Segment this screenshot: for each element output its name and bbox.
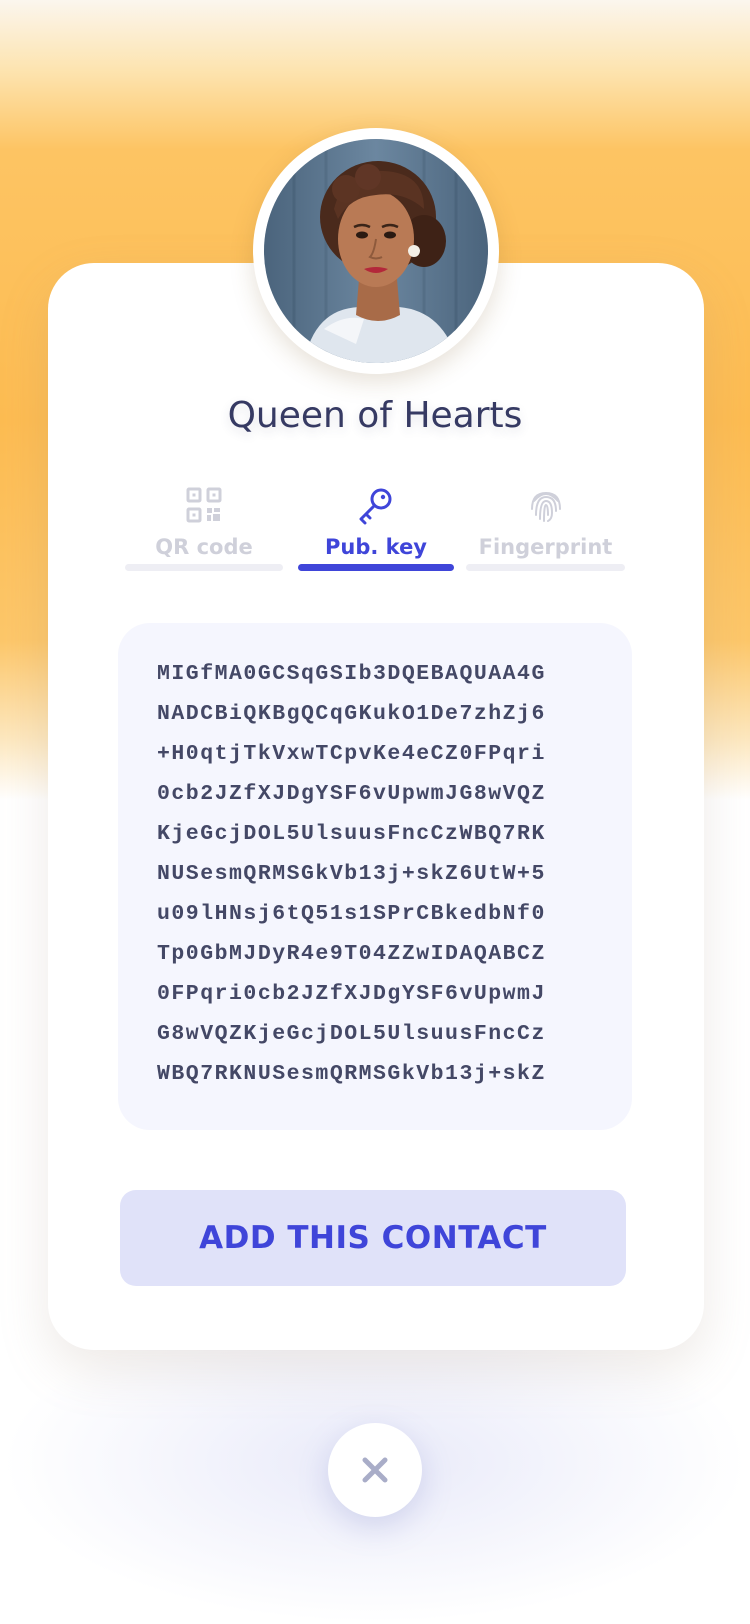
key-line: G8wVQZKjeGcjDOL5UlsuusFncCz [157, 1022, 546, 1046]
tab-label-pub-key: Pub. key [325, 535, 427, 559]
key-line: u09lHNsj6tQ51s1SPrCBkedbNf0 [157, 902, 546, 926]
tab-qr-code[interactable]: QR code [125, 485, 283, 575]
tab-label-fingerprint: Fingerprint [478, 535, 613, 559]
key-line: 0FPqri0cb2JZfXJDgYSF6vUpwmJ [157, 982, 546, 1006]
key-line: +H0qtjTkVxwTCpvKe4eCZ0FPqri [157, 742, 546, 766]
tab-pub-key[interactable]: Pub. key [298, 485, 454, 575]
close-icon [362, 1457, 388, 1483]
key-line: 0cb2JZfXJDgYSF6vUpwmJG8wVQZ [157, 782, 546, 806]
key-line: NUSesmQRMSGkVb13j+skZ6UtW+5 [157, 862, 546, 886]
key-line: MIGfMA0GCSqGSIb3DQEBAQUAA4G [157, 662, 546, 686]
close-button[interactable] [328, 1423, 422, 1517]
avatar-portrait [264, 139, 488, 363]
tab-indicator-pub-key [298, 564, 454, 571]
avatar [264, 139, 488, 363]
key-line: KjeGcjDOL5UlsuusFncCzWBQ7RK [157, 822, 546, 846]
key-icon [356, 485, 396, 525]
tab-fingerprint[interactable]: Fingerprint [466, 485, 625, 575]
add-contact-label: ADD THIS CONTACT [199, 1220, 547, 1256]
tab-label-qr-code: QR code [155, 535, 253, 559]
fingerprint-icon [526, 485, 566, 525]
key-line: Tp0GbMJDyR4e9T04ZZwIDAQABCZ [157, 942, 546, 966]
contact-name: Queen of Hearts [227, 395, 523, 436]
public-key-box: MIGfMA0GCSqGSIb3DQEBAQUAA4G NADCBiQKBgQC… [118, 623, 632, 1130]
public-key-text: MIGfMA0GCSqGSIb3DQEBAQUAA4G NADCBiQKBgQC… [157, 661, 597, 1101]
add-contact-button[interactable]: ADD THIS CONTACT [120, 1190, 626, 1286]
key-line: WBQ7RKNUSesmQRMSGkVb13j+skZ [157, 1062, 546, 1086]
tab-indicator-qr-code [125, 564, 283, 571]
key-line: NADCBiQKBgQCqGKukO1De7zhZj6 [157, 702, 546, 726]
tab-bar: QR code Pub. key Fingerprint [125, 485, 625, 575]
tab-indicator-fingerprint [466, 564, 625, 571]
qr-code-icon [184, 485, 224, 525]
avatar-ring [253, 128, 499, 374]
